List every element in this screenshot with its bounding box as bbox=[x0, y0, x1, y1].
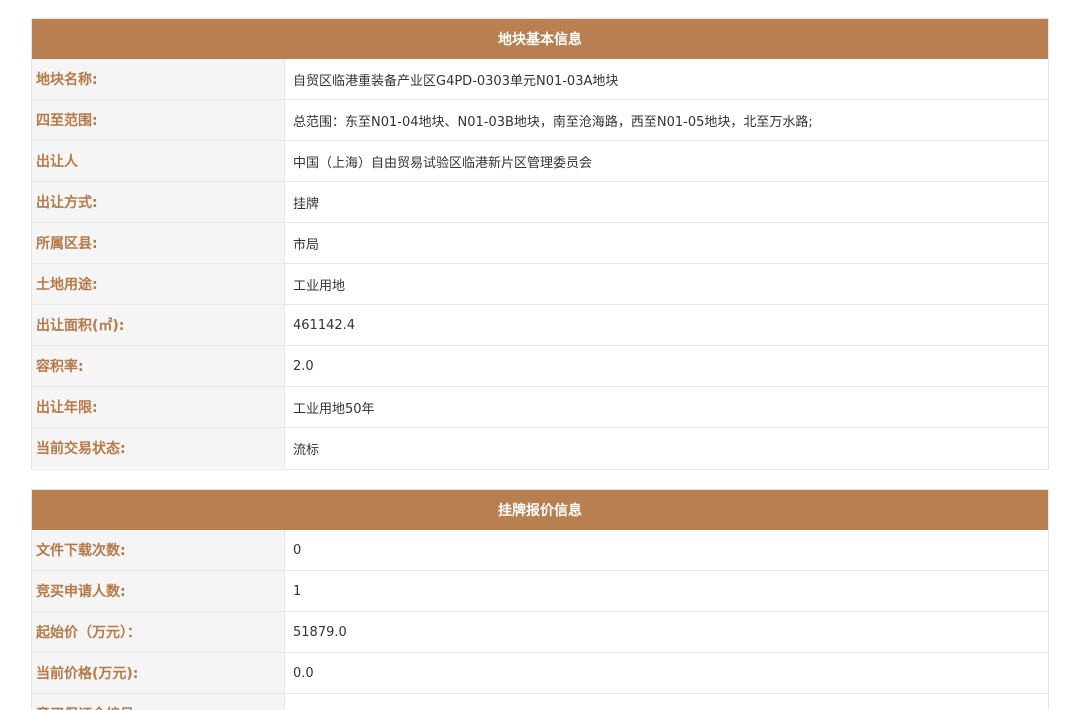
table-row: 当前交易状态: 流标 bbox=[32, 427, 1048, 468]
table-row: 出让年限: 工业用地50年 bbox=[32, 386, 1048, 427]
row-value: 中国（上海）自由贸易试验区临港新片区管理委员会 bbox=[293, 155, 593, 171]
table-row: 容积率: 2.0 bbox=[32, 345, 1048, 386]
row-value: 0 bbox=[293, 542, 302, 558]
row-value bbox=[285, 694, 1048, 710]
row-label: 竞买保证金编号 bbox=[32, 694, 285, 710]
listing-quote-info-panel: 挂牌报价信息 文件下载次数: 0 竞买申请人数: 1 起始价（万元）： 5187… bbox=[31, 489, 1049, 710]
panel-title: 地块基本信息 bbox=[32, 19, 1048, 59]
row-label: 出让人 bbox=[32, 141, 285, 181]
row-label: 四至范围: bbox=[32, 100, 285, 140]
row-label: 土地用途: bbox=[32, 264, 285, 304]
row-value: 2.0 bbox=[293, 358, 314, 374]
row-value: 工业用地 bbox=[293, 278, 346, 294]
table-row: 起始价（万元）： 51879.0 bbox=[32, 611, 1048, 652]
parcel-basic-info-panel: 地块基本信息 地块名称: 自贸区临港重装备产业区G4PD-0303单元N01-0… bbox=[31, 18, 1049, 470]
panel-title: 挂牌报价信息 bbox=[32, 490, 1048, 530]
land-parcel-detail-page: 地块基本信息 地块名称: 自贸区临港重装备产业区G4PD-0303单元N01-0… bbox=[0, 0, 1080, 710]
row-label: 所属区县: bbox=[32, 223, 285, 263]
row-value: 0.0 bbox=[293, 665, 314, 681]
row-label: 出让方式: bbox=[32, 182, 285, 222]
table-row: 出让方式: 挂牌 bbox=[32, 181, 1048, 222]
table-row: 竞买申请人数: 1 bbox=[32, 570, 1048, 611]
table-row: 文件下载次数: 0 bbox=[32, 530, 1048, 570]
row-label: 起始价（万元）： bbox=[32, 612, 285, 652]
table-row: 土地用途: 工业用地 bbox=[32, 263, 1048, 304]
row-label: 竞买申请人数: bbox=[32, 571, 285, 611]
row-label: 出让面积(㎡): bbox=[32, 305, 285, 345]
row-label: 文件下载次数: bbox=[32, 530, 285, 570]
row-value: 461142.4 bbox=[293, 317, 356, 333]
row-label: 当前价格(万元): bbox=[32, 653, 285, 693]
row-label: 地块名称: bbox=[32, 59, 285, 99]
row-value: 51879.0 bbox=[293, 624, 347, 640]
table-row: 所属区县: 市局 bbox=[32, 222, 1048, 263]
row-value: 工业用地50年 bbox=[293, 401, 375, 417]
row-value: 流标 bbox=[293, 442, 320, 458]
row-label: 容积率: bbox=[32, 346, 285, 386]
row-value: 总范围：东至N01-04地块、N01-03B地块，南至沧海路，西至N01-05地… bbox=[293, 114, 813, 130]
table-row: 出让人 中国（上海）自由贸易试验区临港新片区管理委员会 bbox=[32, 140, 1048, 181]
table-row: 地块名称: 自贸区临港重装备产业区G4PD-0303单元N01-03A地块 bbox=[32, 59, 1048, 99]
table-row: 出让面积(㎡): 461142.4 bbox=[32, 304, 1048, 345]
row-value: 市局 bbox=[293, 237, 320, 253]
row-value: 挂牌 bbox=[293, 196, 320, 212]
row-label: 出让年限: bbox=[32, 387, 285, 427]
table-row: 竞买保证金编号 bbox=[32, 693, 1048, 710]
row-value: 自贸区临港重装备产业区G4PD-0303单元N01-03A地块 bbox=[293, 73, 619, 89]
row-value: 1 bbox=[293, 583, 302, 599]
row-label: 当前交易状态: bbox=[32, 428, 285, 468]
table-row: 当前价格(万元): 0.0 bbox=[32, 652, 1048, 693]
table-row: 四至范围: 总范围：东至N01-04地块、N01-03B地块，南至沧海路，西至N… bbox=[32, 99, 1048, 140]
